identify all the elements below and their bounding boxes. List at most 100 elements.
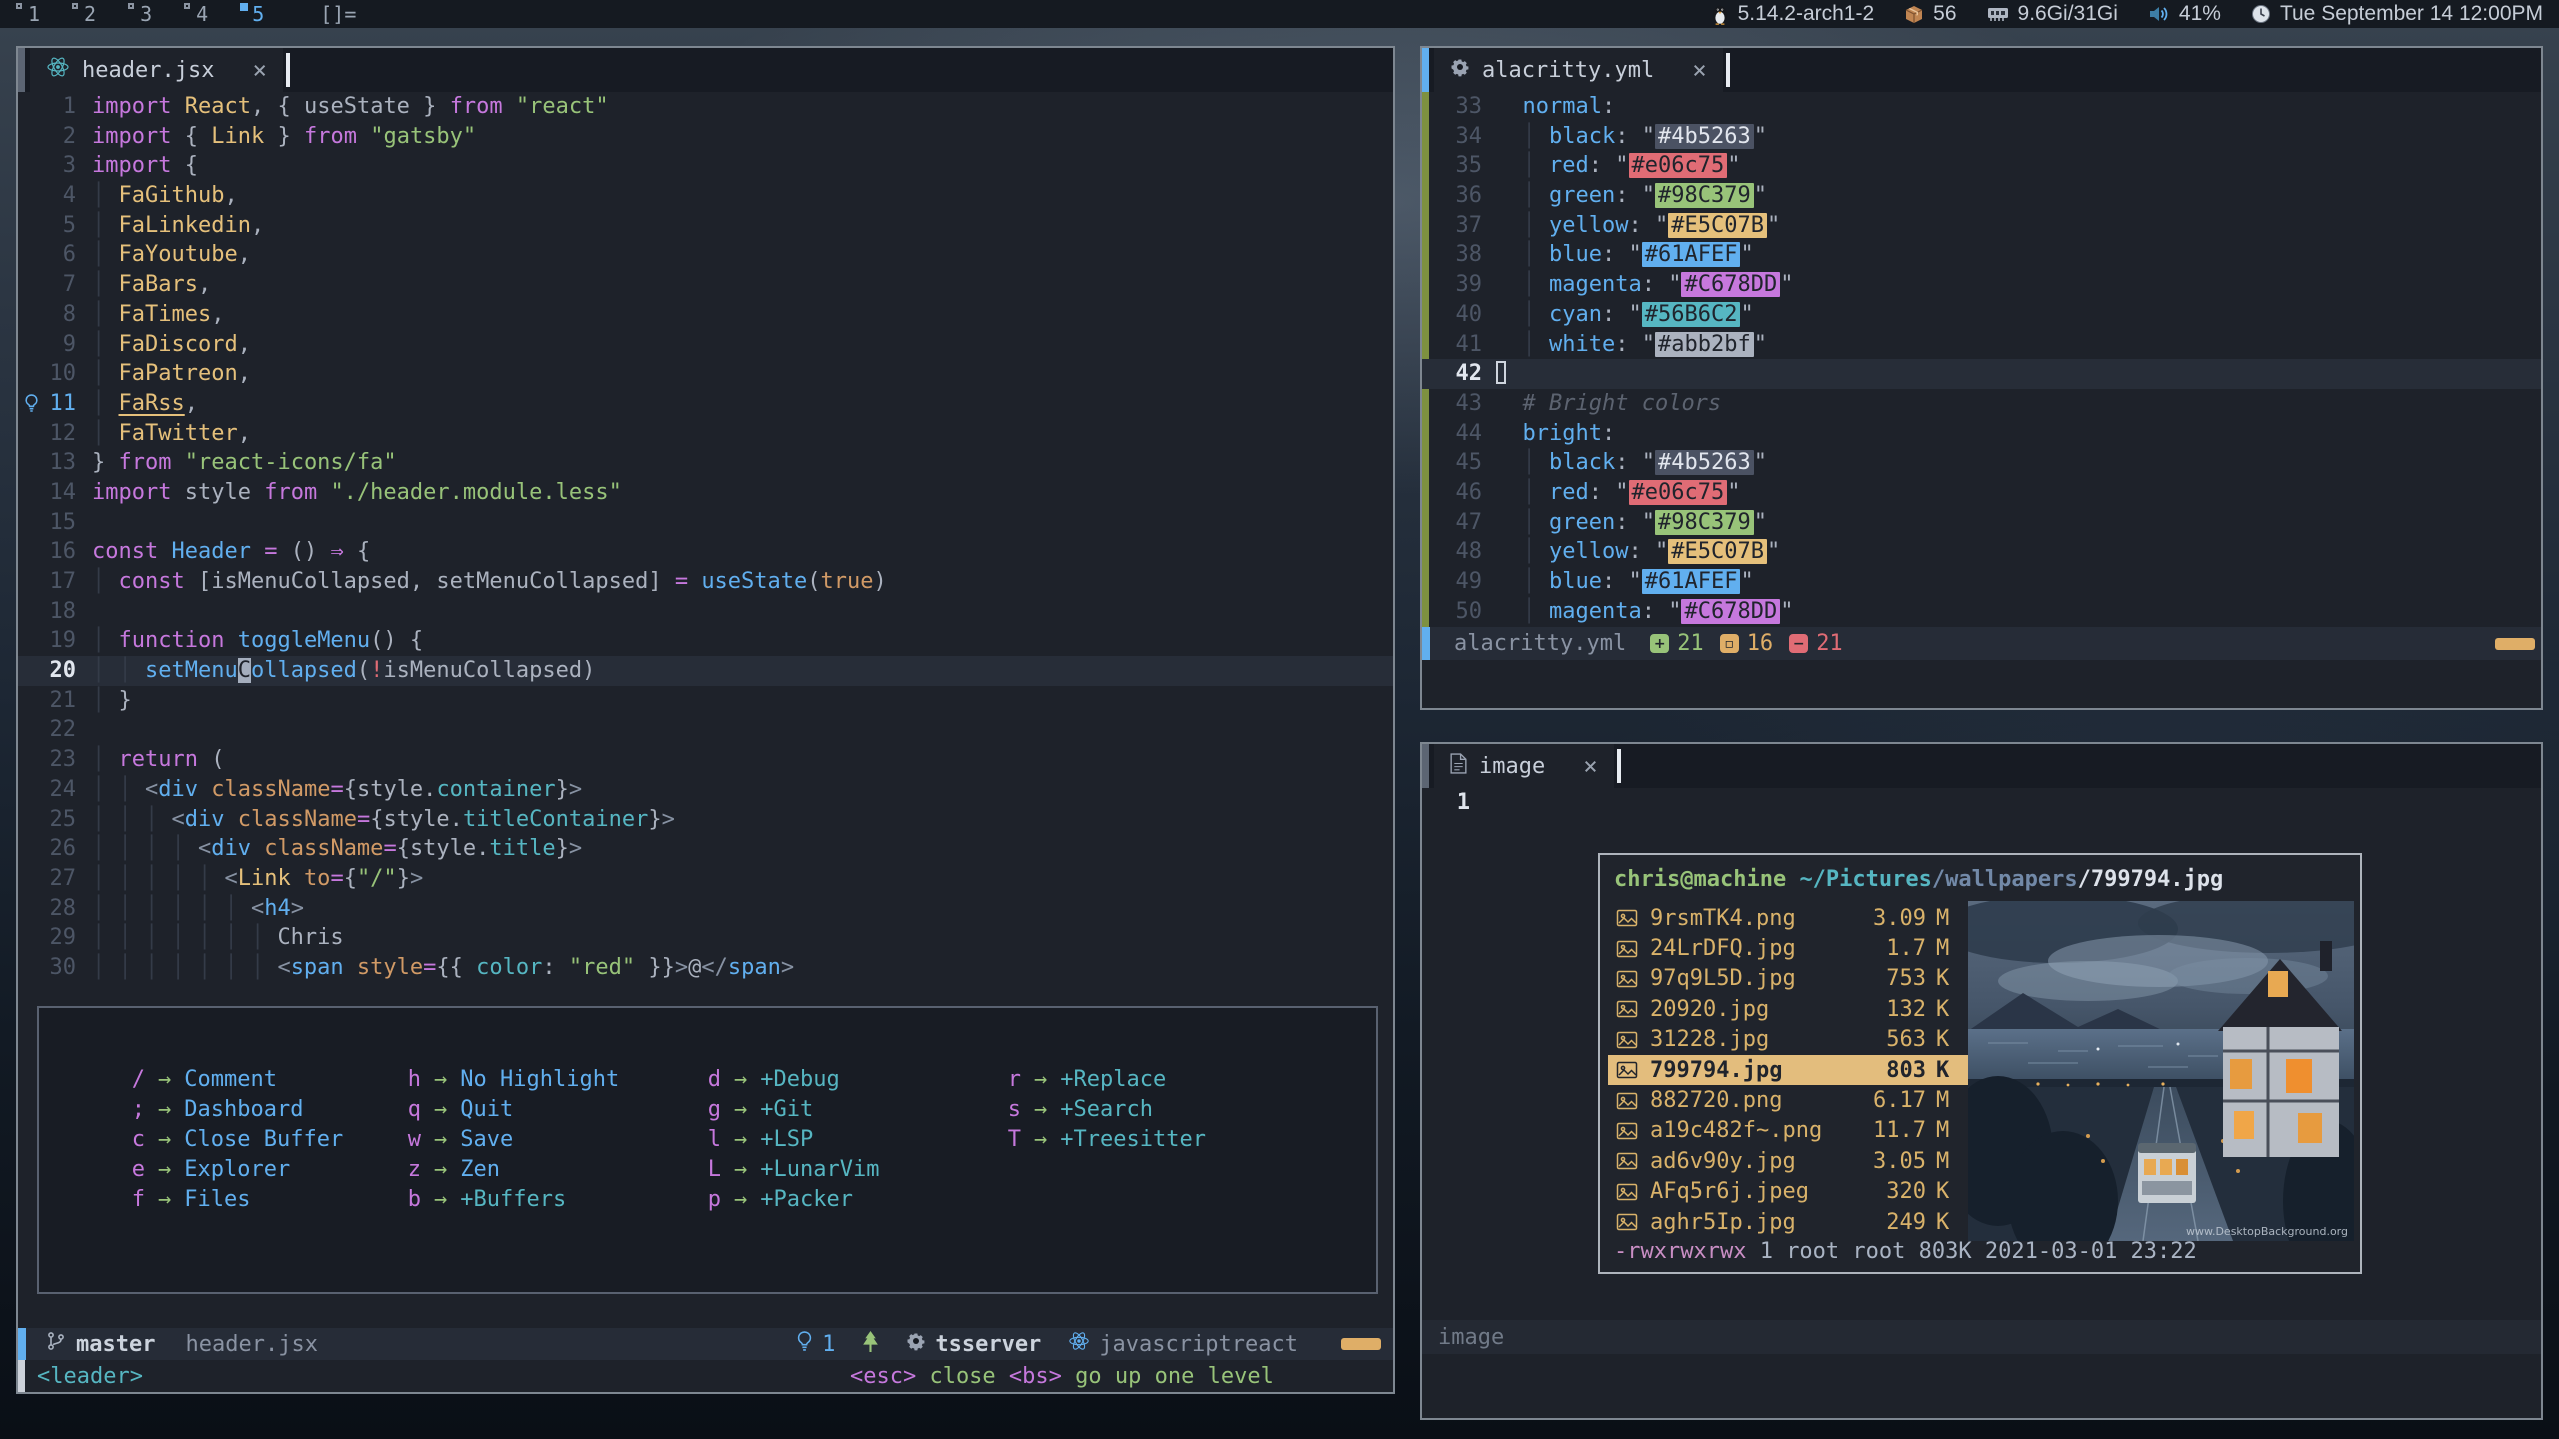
code-line[interactable]: 11│ FaRss, [18,389,1393,419]
file-row[interactable]: 9rsmTK4.png3.09M [1608,903,1968,933]
file-row[interactable]: 20920.jpg132K [1608,994,1968,1024]
file-row[interactable]: a19c482f~.png11.7M [1608,1116,1968,1146]
workspace-tag-3[interactable]: 3 [126,2,164,26]
line-text: │ │ │ <div className={style.titleContain… [92,805,675,835]
close-icon[interactable]: × [1692,56,1706,84]
code-line[interactable]: 41 │ white: "#abb2bf" [1422,330,2541,360]
code-line[interactable]: 38 │ blue: "#61AFEF" [1422,240,2541,270]
workspace-tag-1[interactable]: 1 [14,2,52,26]
close-icon[interactable]: × [252,56,266,84]
tab-alacritty-yml[interactable]: alacritty.yml × [1434,48,1723,92]
file-row[interactable]: 799794.jpg803K [1608,1055,1968,1085]
file-size: 563 [1870,1027,1926,1052]
file-row[interactable]: 882720.png6.17M [1608,1085,1968,1115]
code-line[interactable]: 37 │ yellow: "#E5C07B" [1422,211,2541,241]
terminal-window-image: image × 1 chris@machine ~/Pictures/wallp… [1420,742,2543,1420]
tab-image[interactable]: image × [1434,744,1614,788]
workspace-tag-2[interactable]: 2 [70,2,108,26]
code-line[interactable]: 42 [1422,359,2541,389]
code-line[interactable]: 36 │ green: "#98C379" [1422,181,2541,211]
code-line[interactable]: 23│ return ( [18,745,1393,775]
buffer-area[interactable]: 1 [1422,788,2541,818]
line-number: 12 [26,419,76,449]
code-line[interactable]: 50 │ magenta: "#C678DD" [1422,597,2541,627]
line-number: 3 [26,151,76,181]
code-area[interactable]: 33 normal:34 │ black: "#4b5263"35 │ red:… [1422,92,2541,626]
code-line[interactable]: 25│ │ │ <div className={style.titleConta… [18,805,1393,835]
code-line[interactable]: 47 │ green: "#98C379" [1422,508,2541,538]
code-line[interactable]: 49 │ blue: "#61AFEF" [1422,567,2541,597]
code-line[interactable]: 24│ │ <div className={style.container}> [18,775,1393,805]
code-line[interactable]: 30│ │ │ │ │ │ │ <span style={{ color: "r… [18,953,1393,983]
code-line[interactable]: 13} from "react-icons/fa" [18,448,1393,478]
code-line[interactable]: 48 │ yellow: "#E5C07B" [1422,537,2541,567]
tab-header-jsx[interactable]: header.jsx × [30,48,283,92]
code-line[interactable]: 19│ function toggleMenu() { [18,626,1393,656]
code-line[interactable]: 21│ } [18,686,1393,716]
code-line[interactable]: 29│ │ │ │ │ │ │ Chris [18,923,1393,953]
which-key-mapping: ;→Dashboard [123,1094,399,1124]
code-line[interactable]: 15 [18,508,1393,538]
code-line[interactable]: 14import style from "./header.module.les… [18,478,1393,508]
code-line[interactable]: 43 # Bright colors [1422,389,2541,419]
close-icon[interactable]: × [1583,752,1597,780]
file-row[interactable]: 24LrDFQ.jpg1.7M [1608,933,1968,963]
code-line[interactable]: 45 │ black: "#4b5263" [1422,448,2541,478]
file-row[interactable]: 97q9L5D.jpg753K [1608,964,1968,994]
code-line[interactable]: 2import { Link } from "gatsby" [18,122,1393,152]
code-line[interactable]: 4│ FaGithub, [18,181,1393,211]
plus-box-icon: + [1650,634,1669,653]
code-line[interactable]: 12│ FaTwitter, [18,419,1393,449]
path-file: /799794.jpg [2078,867,2224,892]
code-line[interactable]: 22 [18,715,1393,745]
which-key-mapping: /→Comment [123,1064,399,1094]
code-line[interactable]: 17│ const [isMenuCollapsed, setMenuColla… [18,567,1393,597]
line-number: 27 [26,864,76,894]
line-text: import { [92,151,198,181]
file-row[interactable]: ad6v90y.jpg3.05M [1608,1146,1968,1176]
arrow-icon: → [734,1127,747,1152]
code-line[interactable]: 9│ FaDiscord, [18,330,1393,360]
file-row[interactable]: 31228.jpg563K [1608,1025,1968,1055]
which-key-label: Dashboard [184,1097,303,1122]
code-area[interactable]: 1import React, { useState } from "react"… [18,92,1393,983]
workspace-tag-5[interactable]: 5 [238,2,276,26]
code-line[interactable]: 28│ │ │ │ │ │ <h4> [18,894,1393,924]
code-line[interactable]: 40 │ cyan: "#56B6C2" [1422,300,2541,330]
code-line[interactable]: 35 │ red: "#e06c75" [1422,151,2541,181]
code-line[interactable]: 6│ FaYoutube, [18,240,1393,270]
which-key-key: s [999,1097,1021,1122]
code-line[interactable]: 3 import { [18,151,1393,181]
code-line[interactable]: 20│ │ setMenuCollapsed(!isMenuCollapsed) [18,656,1393,686]
line-text: │ green: "#98C379" [1496,508,1767,538]
wallpaper-preview: www.DesktopBackground.org [1968,901,2354,1241]
file-row[interactable]: AFq5r6j.jpeg320K [1608,1177,1968,1207]
file-row[interactable]: aghr5Ip.jpg249K [1608,1207,1968,1237]
code-line[interactable]: 8│ FaTimes, [18,300,1393,330]
line-text: │ FaRss, [92,389,198,419]
layout-indicator[interactable]: []= [320,2,356,26]
line-number: 21 [26,686,76,716]
file-size: 6.17 [1870,1088,1926,1113]
tab-title: header.jsx [82,58,214,83]
code-line[interactable]: 7│ FaBars, [18,270,1393,300]
code-line[interactable]: 16const Header = () ⇒ { [18,537,1393,567]
which-key-key: ; [123,1097,145,1122]
workspace-tag-4[interactable]: 4 [182,2,220,26]
code-line[interactable]: 34 │ black: "#4b5263" [1422,122,2541,152]
code-line[interactable]: 18 [18,597,1393,627]
arrow-icon: → [734,1157,747,1182]
image-file-icon [1616,1212,1638,1232]
code-line[interactable]: 46 │ red: "#e06c75" [1422,478,2541,508]
code-line[interactable]: 27│ │ │ │ │ <Link to={"/"}> [18,864,1393,894]
code-line[interactable]: 26│ │ │ │ <div className={style.title}> [18,834,1393,864]
code-line[interactable]: 33 normal: [1422,92,2541,122]
line-text: # Bright colors [1496,389,1721,419]
code-line[interactable]: 39 │ magenta: "#C678DD" [1422,270,2541,300]
code-line[interactable]: 5│ FaLinkedin, [18,211,1393,241]
code-line[interactable]: 1import React, { useState } from "react" [18,92,1393,122]
which-key-mapping: q→Quit [399,1094,699,1124]
document-icon [1450,753,1467,780]
code-line[interactable]: 44 bright: [1422,419,2541,449]
code-line[interactable]: 10│ FaPatreon, [18,359,1393,389]
